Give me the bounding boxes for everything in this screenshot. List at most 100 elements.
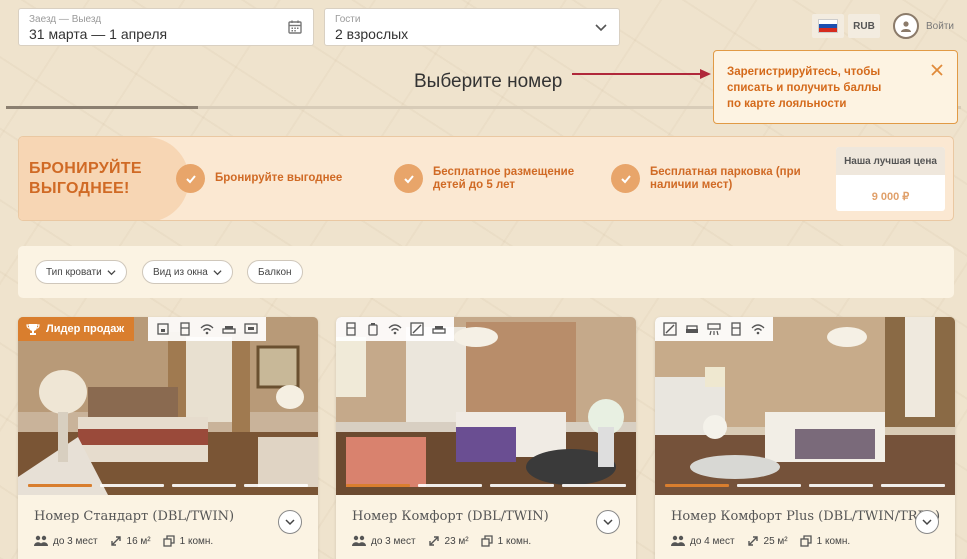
room-photo[interactable]: Лидер продаж (18, 317, 318, 495)
wifi-icon (747, 318, 769, 340)
loyalty-tooltip: Зарегистрируйтесь, чтобы списать и получ… (713, 50, 958, 124)
spec-area-value: 25 м² (763, 535, 788, 547)
wifi-icon (196, 318, 218, 340)
guests-value: 2 взрослых (335, 26, 409, 42)
benefit-item: Бесплатная парковка (при наличии мест) (611, 164, 820, 193)
spec-rooms: 1 комн. (799, 535, 851, 547)
spec-rooms-value: 1 комн. (497, 535, 532, 547)
photo-dot[interactable] (346, 484, 410, 487)
tv-icon (240, 318, 262, 340)
check-icon (611, 164, 640, 193)
spec-area: 25 м² (747, 535, 788, 547)
bed-icon (428, 318, 450, 340)
rooms-icon (480, 535, 493, 547)
spec-guests: до 4 мест (671, 535, 735, 547)
guests-label: Гости (335, 14, 361, 25)
sofa-icon (681, 318, 703, 340)
spec-rooms: 1 комн. (480, 535, 532, 547)
russian-flag-icon (818, 19, 838, 33)
filter-bed-type[interactable]: Тип кровати (35, 260, 127, 284)
check-icon (394, 164, 423, 193)
room-card[interactable]: Номер Комфорт Plus (DBL/TWIN/TRPL) до 4 … (655, 317, 955, 559)
kettle-icon (362, 318, 384, 340)
amenities-bar (655, 317, 773, 341)
photo-dot[interactable] (28, 484, 92, 487)
spec-guests: до 3 мест (34, 535, 98, 547)
chevron-down-icon (595, 24, 607, 32)
room-photo[interactable] (655, 317, 955, 495)
chevron-down-icon (603, 519, 613, 526)
filters-bar: Тип кровати Вид из окна Балкон (18, 246, 954, 298)
photo-dot[interactable] (809, 484, 873, 487)
photo-dot[interactable] (244, 484, 308, 487)
room-specs: до 4 мест 25 м² 1 комн. (671, 535, 850, 547)
user-icon[interactable] (893, 13, 919, 39)
room-name[interactable]: Номер Комфорт (DBL/TWIN) (352, 509, 549, 524)
guests-field[interactable]: Гости 2 взрослых (324, 8, 620, 46)
photo-dot[interactable] (562, 484, 626, 487)
fridge-icon (725, 318, 747, 340)
check-icon (176, 164, 205, 193)
expand-button[interactable] (278, 510, 302, 534)
language-button[interactable] (812, 14, 844, 38)
room-name[interactable]: Номер Комфорт Plus (DBL/TWIN/TRPL) (671, 509, 940, 524)
photo-dot[interactable] (881, 484, 945, 487)
photo-pagination (346, 484, 626, 487)
expand-button[interactable] (596, 510, 620, 534)
best-price-box[interactable]: Наша лучшая цена 9 000 ₽ (836, 147, 945, 211)
spec-guests-value: до 3 мест (53, 535, 98, 547)
photo-dot[interactable] (172, 484, 236, 487)
filter-window-view[interactable]: Вид из окна (142, 260, 233, 284)
date-range-value: 31 марта — 1 апреля (29, 26, 168, 42)
filter-balcony[interactable]: Балкон (247, 260, 303, 284)
chevron-down-icon (213, 269, 222, 275)
area-icon (110, 536, 121, 546)
bed-icon (218, 318, 240, 340)
spec-area-value: 16 м² (126, 535, 151, 547)
people-icon (34, 535, 48, 546)
spec-area: 16 м² (110, 535, 151, 547)
filter-label: Вид из окна (153, 266, 208, 278)
photo-dot[interactable] (665, 484, 729, 487)
area-icon (747, 536, 758, 546)
room-photo[interactable] (336, 317, 636, 495)
date-range-label: Заезд — Выезд (29, 14, 102, 25)
expand-button[interactable] (915, 510, 939, 534)
spec-guests: до 3 мест (352, 535, 416, 547)
spec-area: 23 м² (428, 535, 469, 547)
chevron-down-icon (285, 519, 295, 526)
benefit-item: Бронируйте выгоднее (176, 164, 355, 193)
best-price-label: Наша лучшая цена (836, 147, 945, 175)
benefit-text: Бесплатная парковка (при наличии мест) (650, 165, 801, 191)
login-link[interactable]: Войти (926, 21, 954, 32)
chevron-down-icon (107, 269, 116, 275)
amenities-bar (336, 317, 454, 341)
filter-label: Балкон (258, 266, 292, 278)
photo-dot[interactable] (737, 484, 801, 487)
loyalty-tooltip-text: Зарегистрируйтесь, чтобы списать и получ… (727, 66, 882, 110)
benefit-item: Бесплатное размещение детей до 5 лет (394, 164, 593, 193)
photo-dot[interactable] (490, 484, 554, 487)
spec-rooms-value: 1 комн. (816, 535, 851, 547)
photo-dot[interactable] (100, 484, 164, 487)
close-icon[interactable] (929, 62, 945, 78)
wifi-icon (384, 318, 406, 340)
date-range-field[interactable]: Заезд — Выезд 31 марта — 1 апреля (18, 8, 314, 46)
hairdryer-icon (406, 318, 428, 340)
room-card[interactable]: Лидер продаж Номер Стандарт (DBL/TWIN) д… (18, 317, 318, 559)
spec-guests-value: до 3 мест (371, 535, 416, 547)
amenities-bar (148, 317, 266, 341)
room-specs: до 3 мест 23 м² 1 комн. (352, 535, 531, 547)
room-specs: до 3 мест 16 м² 1 комн. (34, 535, 213, 547)
currency-button[interactable]: RUB (848, 14, 880, 38)
photo-dot[interactable] (418, 484, 482, 487)
promo-title-line2: ВЫГОДНЕЕ! (29, 180, 130, 197)
room-name[interactable]: Номер Стандарт (DBL/TWIN) (34, 509, 234, 524)
fridge-icon (340, 318, 362, 340)
room-card[interactable]: Номер Комфорт (DBL/TWIN) до 3 мест 23 м²… (336, 317, 636, 559)
promo-banner: БРОНИРУЙТЕ ВЫГОДНЕЕ! Бронируйте выгоднее… (18, 136, 954, 221)
coffee-machine-icon (152, 318, 174, 340)
air-conditioner-icon (703, 318, 725, 340)
bestseller-badge: Лидер продаж (18, 317, 135, 341)
spec-rooms: 1 комн. (162, 535, 213, 547)
